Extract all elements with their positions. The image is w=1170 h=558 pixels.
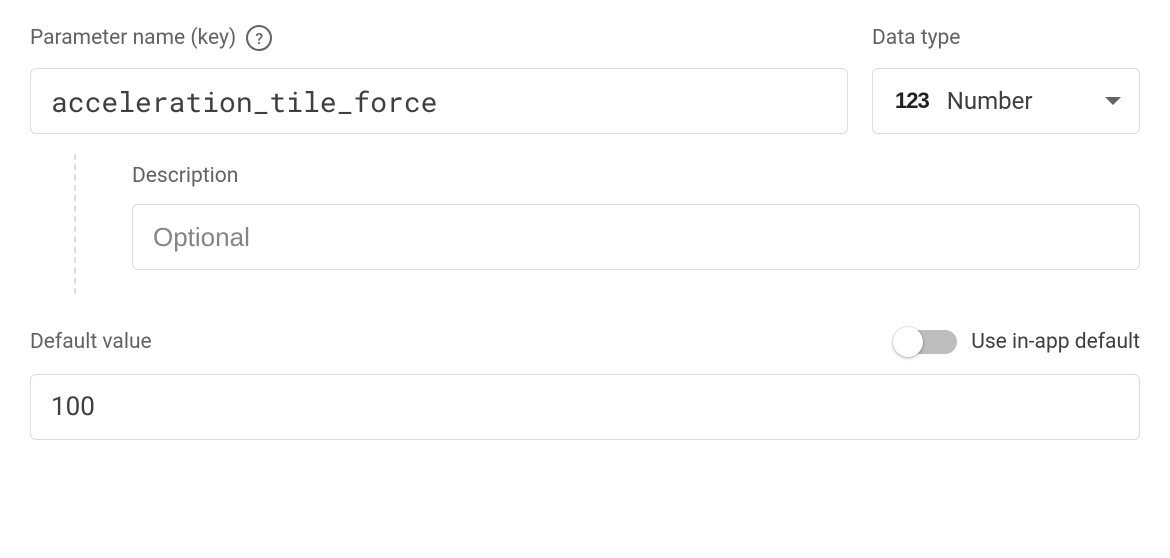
parameter-name-label: Parameter name (key) xyxy=(30,26,236,50)
use-in-app-default-toggle[interactable] xyxy=(895,330,957,354)
toggle-label: Use in-app default xyxy=(971,330,1140,354)
data-type-dropdown[interactable]: 123 Number xyxy=(872,68,1140,134)
default-value-label: Default value xyxy=(30,330,152,354)
description-label: Description xyxy=(132,164,1140,188)
toggle-knob xyxy=(893,327,923,357)
description-input[interactable] xyxy=(132,204,1140,270)
number-type-icon: 123 xyxy=(895,88,929,114)
data-type-selected: Number xyxy=(947,87,1087,115)
help-icon[interactable]: ? xyxy=(246,25,272,51)
default-value-input[interactable] xyxy=(30,374,1140,440)
data-type-label: Data type xyxy=(872,26,960,50)
parameter-name-input[interactable] xyxy=(30,68,848,134)
indent-guide xyxy=(74,154,76,294)
chevron-down-icon xyxy=(1105,97,1121,105)
